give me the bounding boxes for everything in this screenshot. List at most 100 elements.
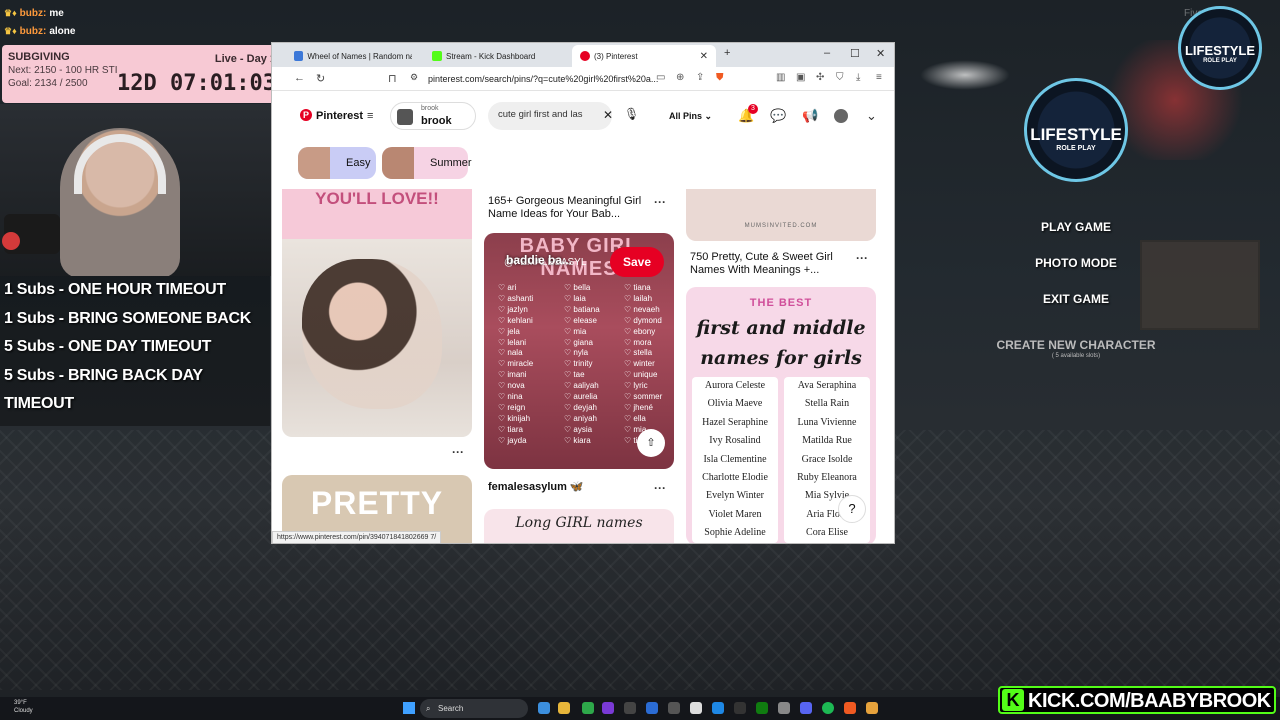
wallet-icon[interactable]: ▣ [796,72,805,83]
weather-widget[interactable]: 39°F Cloudy [14,699,33,715]
tab-kick-dashboard[interactable]: Stream - Kick Dashboard [424,45,566,67]
screenshot-icon[interactable]: ▭ [656,72,665,83]
all-pins-dropdown[interactable]: All Pins ⌄ [657,103,719,129]
downloads-icon[interactable]: ⤓ [856,72,860,83]
app-icon[interactable] [582,702,594,714]
name-entry: ♡ bella [564,283,591,292]
name-entry: ♡ tiara [498,424,523,434]
name-entry: Charlotte Elodie [702,471,768,483]
pinterest-header: P Pinterest ≡ brook brook cute girl firs… [272,91,894,141]
chat-username: bubz: [19,25,47,37]
zoom-icon[interactable]: ⊕ [676,72,684,83]
tab-wheel-of-names[interactable]: Wheel of Names | Random name pic [286,45,420,67]
logo-subtext: ROLE PLAY [1056,145,1096,152]
play-game-button[interactable]: PLAY GAME [976,220,1176,234]
url-field[interactable]: pinterest.com/search/pins/?q=cute%20girl… [428,70,708,88]
messages-icon[interactable]: 💬 [770,108,786,124]
profile-avatar[interactable] [834,109,848,123]
chevron-down-icon[interactable]: ⌄ [866,108,877,124]
brave-shield-icon[interactable]: ⛊ [716,72,724,83]
bookmark-icon[interactable]: ⊓ [388,72,397,85]
app-icon[interactable] [712,702,724,714]
close-tab-icon[interactable]: ✕ [700,51,708,62]
windows-start-icon[interactable] [403,702,415,714]
taskbar-search[interactable]: ⌕ Search [420,699,528,718]
photo-mode-button[interactable]: PHOTO MODE [976,256,1176,270]
pin-card[interactable]: YOU'LL LOVE!! [282,189,472,437]
microphone-search-icon[interactable]: 🎙 [624,107,639,121]
pin-card[interactable]: MUMSINVITED.COM [686,189,876,241]
name-entry: ♡ jayda [498,435,527,445]
sidebar-icon[interactable]: ▥ [776,72,785,83]
name-entry: Hazel Seraphine [702,416,768,428]
board-selector[interactable]: brook brook [390,102,476,130]
more-options-icon[interactable]: ··· [654,195,666,209]
name-column: ♡ ari ♡ ashanti ♡ jazlyn ♡ kehlani ♡ jela ♡ l… [498,283,533,447]
notification-badge: 3 [748,104,758,114]
new-tab-button[interactable]: + [724,47,730,59]
pin-card[interactable]: Long GIRL names [484,509,674,543]
more-options-icon[interactable]: ··· [654,481,666,495]
pin-title[interactable]: 165+ Gorgeous Meaningful Girl Name Ideas… [488,195,654,221]
obs-icon[interactable] [690,702,702,714]
filter-chip-easy-little[interactable]: Easy little [298,147,376,201]
name-entry: Grace Isolde [801,453,853,465]
name-entry: ♡ aurelia [564,392,598,402]
file-explorer-icon[interactable] [558,702,570,714]
vpn-icon[interactable]: ⛉ [836,72,844,83]
browser-window: Wheel of Names | Random name pic Stream … [271,42,895,544]
menu-icon[interactable]: ≡ [876,72,882,83]
app-icon[interactable] [646,702,658,714]
chat-text: me [49,7,64,19]
close-window-button[interactable]: ✕ [876,47,885,60]
brave-icon[interactable] [844,702,856,714]
name-entry: ♡ kiara [564,435,591,445]
filter-chip-summer[interactable]: Summer [382,147,472,179]
taskview-icon[interactable] [538,702,550,714]
app-icon[interactable] [624,702,636,714]
name-entry: ♡ sommer [624,392,663,402]
clear-search-icon[interactable]: ✕ [603,108,613,122]
more-options-icon[interactable]: ··· [452,445,464,459]
app-icon[interactable] [734,702,746,714]
chat-overlay: ♛♦ bubz: me ♛♦ bubz: alone [4,4,75,40]
pin-image-text: YOU'LL LOVE!! [315,189,439,208]
maximize-button[interactable]: ☐ [850,47,860,60]
tab-pinterest[interactable]: (3) Pinterest ✕ [572,45,716,67]
app-icon[interactable] [778,702,790,714]
more-options-icon[interactable]: ··· [856,251,868,265]
pinterest-logo-icon[interactable]: P [300,109,312,121]
red-light [2,232,20,250]
pin-title[interactable]: femalesasylum 🦋 [488,481,584,494]
name-entry: ♡ deyjah [564,402,597,412]
xbox-icon[interactable] [756,702,768,714]
site-info-icon[interactable]: ⚙ [410,72,418,83]
pinterest-brand[interactable]: Pinterest [316,110,363,122]
share-icon[interactable]: ⇧ [637,429,665,457]
back-icon[interactable]: ← [294,72,305,84]
tab-bar: Wheel of Names | Random name pic Stream … [272,43,894,67]
subgoal-timer: 12D 07:01:03 [117,71,276,96]
help-icon[interactable]: ? [838,495,866,523]
share-icon[interactable]: ⇪ [696,72,704,83]
background-sign [1140,240,1260,330]
spotify-icon[interactable] [822,702,834,714]
app-icon[interactable] [866,702,878,714]
sub-rule: 1 Subs - ONE HOUR TIMEOUT [4,281,226,298]
discord-icon[interactable] [800,702,812,714]
app-icon[interactable] [668,702,680,714]
name-entry: ♡ winter [624,359,655,369]
extensions-icon[interactable]: ✣ [816,72,824,83]
hamburger-icon[interactable]: ≡ [367,110,373,122]
app-icon[interactable] [602,702,614,714]
updates-icon[interactable]: 📢 [802,108,818,124]
pin-title[interactable]: 750 Pretty, Cute & Sweet Girl Names With… [690,251,856,277]
create-character-button[interactable]: CREATE NEW CHARACTER [976,338,1176,352]
minimize-button[interactable]: – [824,47,830,59]
logo-text: LIFESTYLE [1184,43,1256,58]
reload-icon[interactable]: ↻ [316,72,325,85]
name-entry: ♡ jela [498,326,520,336]
exit-game-button[interactable]: EXIT GAME [976,292,1176,306]
save-button[interactable]: Save [610,247,664,277]
search-input[interactable]: cute girl first and las [488,102,612,130]
